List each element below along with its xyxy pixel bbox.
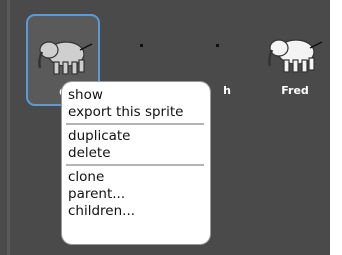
- menu-item-export-sprite[interactable]: export this sprite: [68, 104, 183, 121]
- menu-item-delete[interactable]: delete: [68, 145, 111, 162]
- sprite-name: Fred: [281, 84, 309, 97]
- elephant-icon: [38, 41, 93, 75]
- sprite-corral: Cl h Fred show export this sprite: [0, 0, 330, 255]
- elephant-icon: [268, 39, 323, 73]
- sprite-dot-icon: [216, 44, 219, 47]
- menu-item-children[interactable]: children...: [68, 203, 135, 220]
- sprite-dot-icon: [140, 44, 143, 47]
- sprite-tile[interactable]: Fred: [258, 14, 332, 106]
- context-menu: show export this sprite duplicate delete…: [62, 82, 210, 244]
- menu-item-show[interactable]: show: [68, 87, 103, 104]
- menu-item-duplicate[interactable]: duplicate: [68, 128, 131, 145]
- menu-separator: [66, 164, 204, 166]
- menu-item-clone[interactable]: clone: [68, 169, 104, 186]
- menu-item-parent[interactable]: parent...: [68, 186, 125, 203]
- menu-separator: [66, 123, 204, 125]
- pane-divider: [7, 0, 10, 255]
